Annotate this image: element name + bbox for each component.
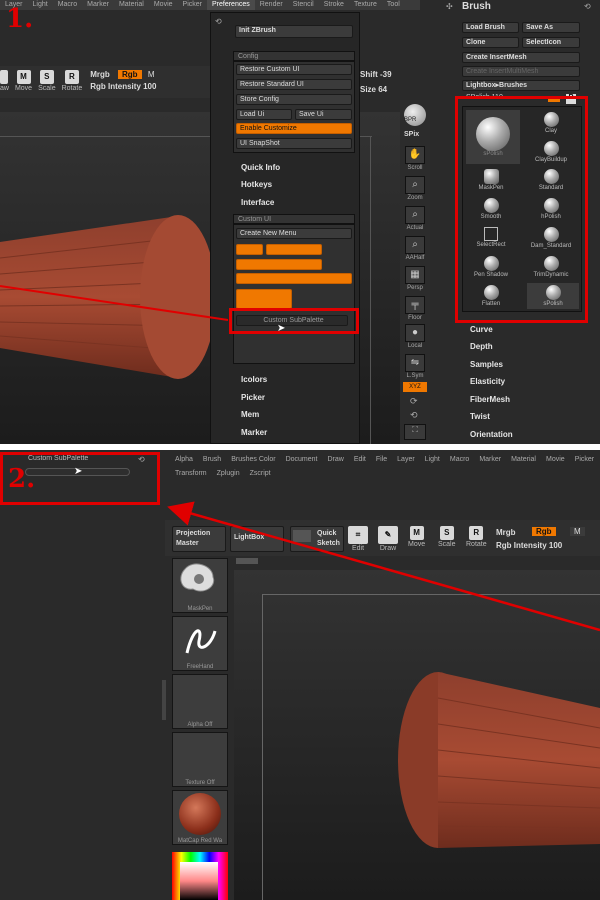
arrow-to-step-two-result bbox=[167, 501, 600, 632]
arrow-to-custom-subpalette bbox=[0, 285, 229, 321]
annotation-arrows bbox=[0, 285, 600, 632]
